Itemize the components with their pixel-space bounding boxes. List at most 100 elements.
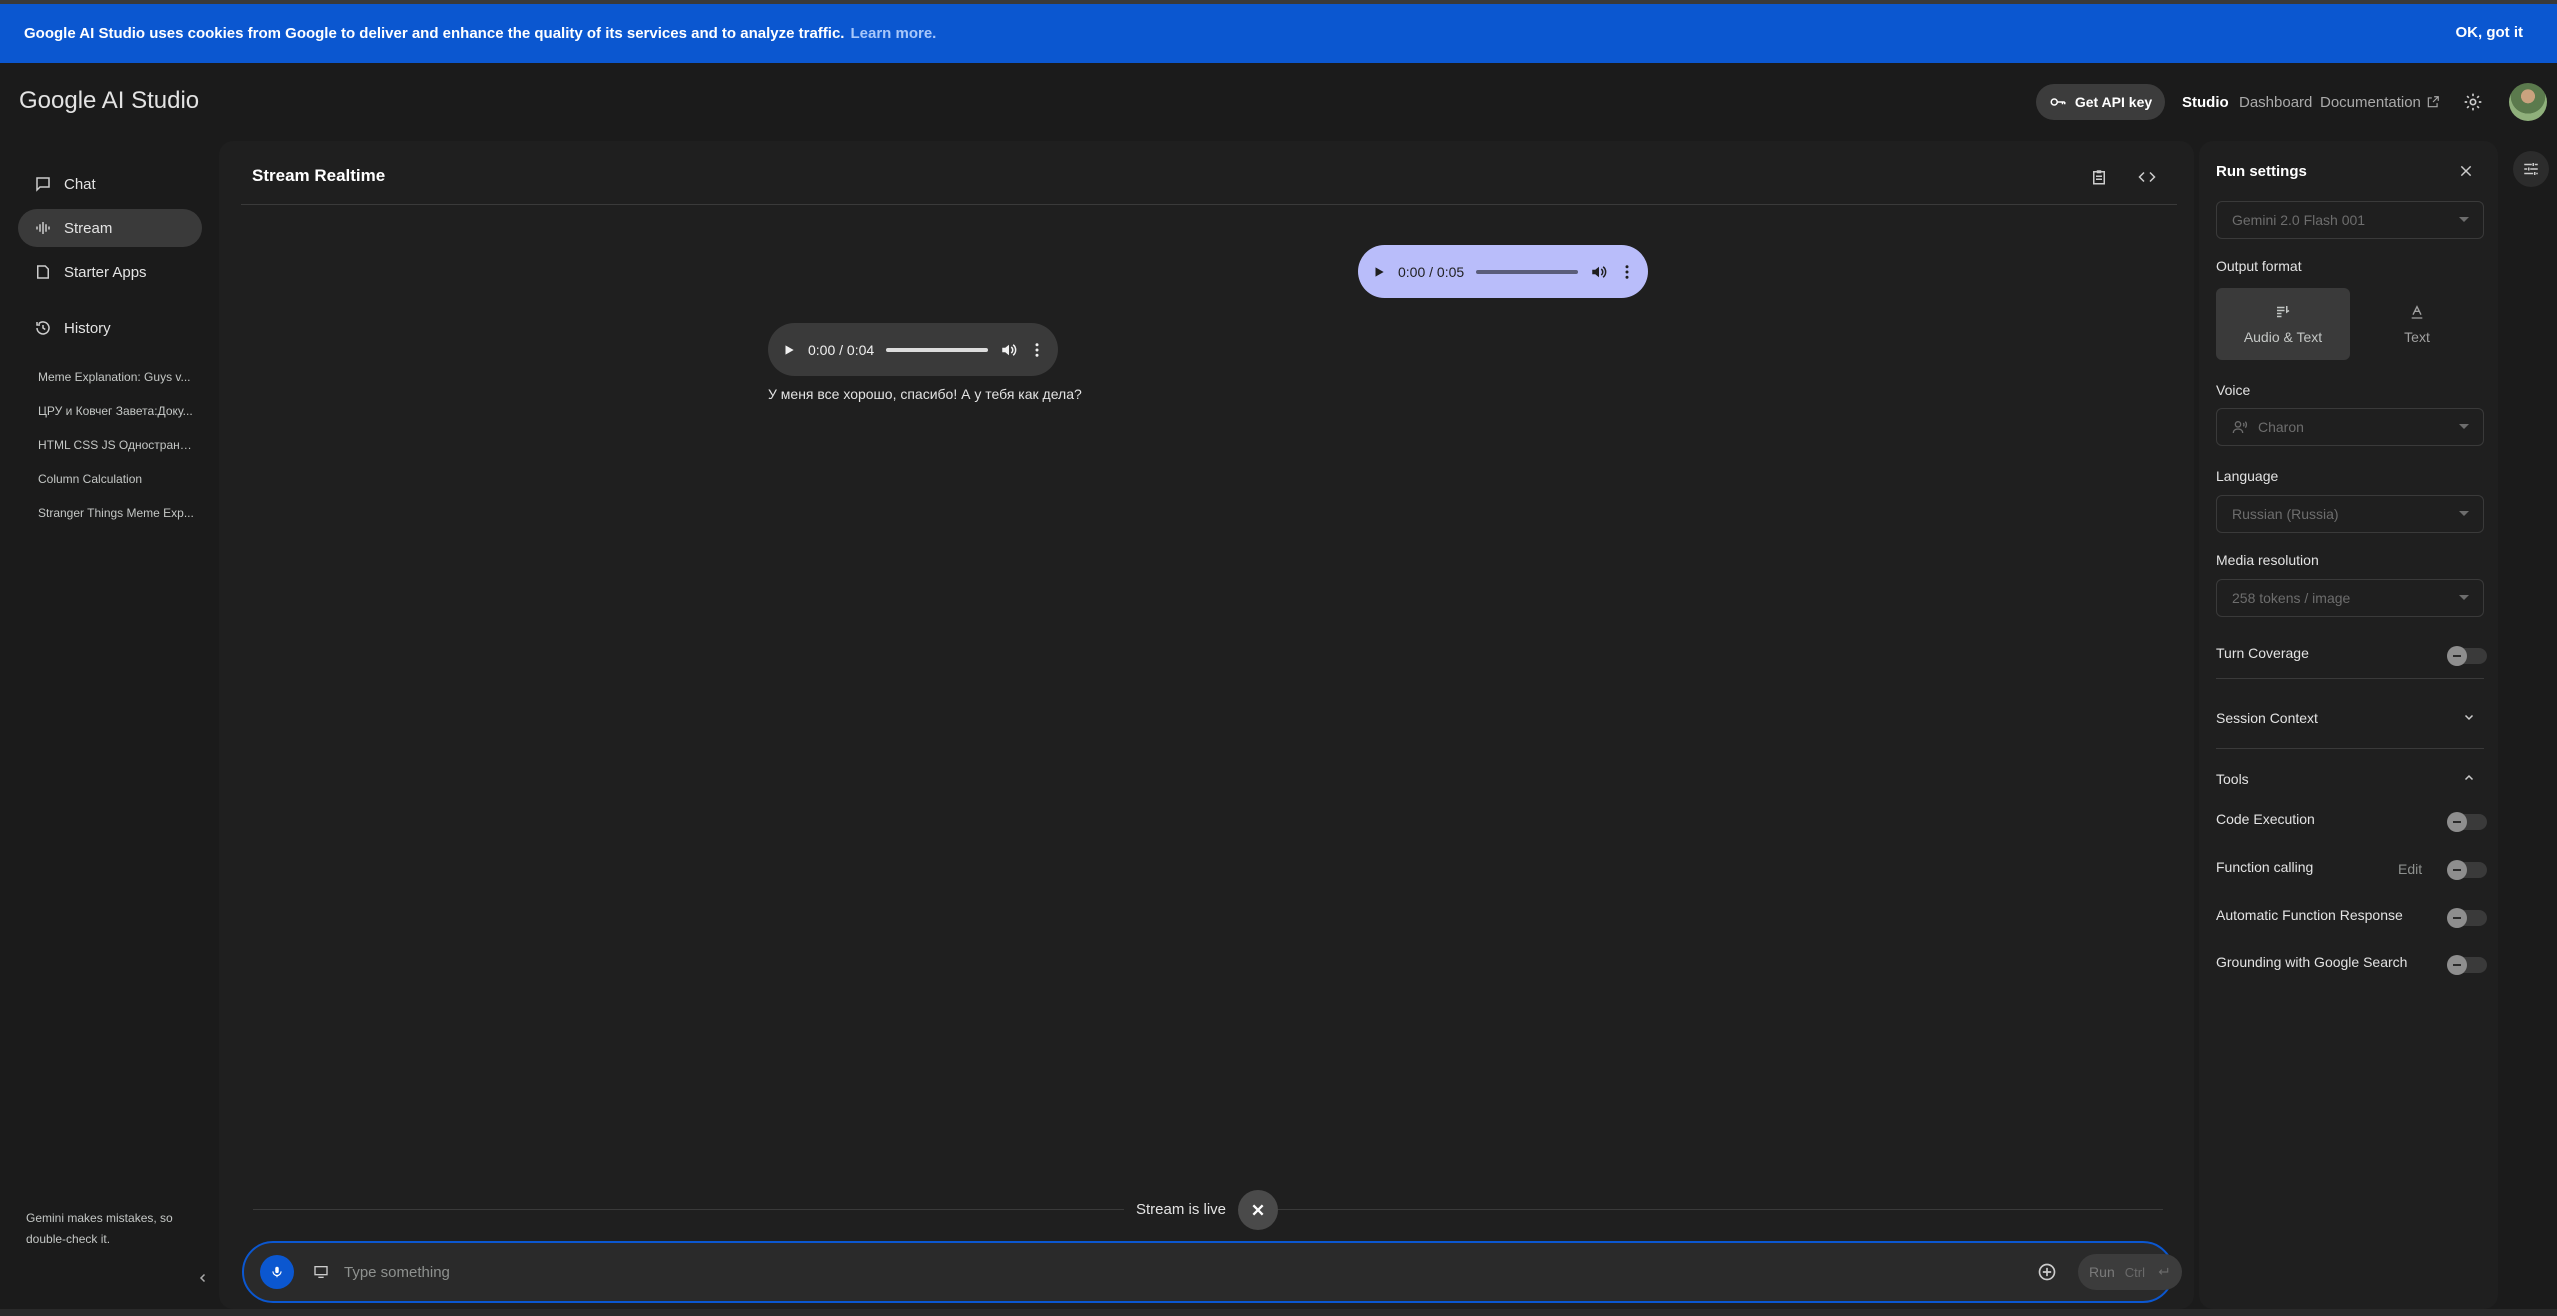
grounding-toggle[interactable]	[2447, 955, 2487, 975]
sidebar-item-label: Chat	[64, 175, 96, 193]
add-media-button[interactable]	[2034, 1259, 2060, 1285]
run-settings-panel: Run settings Gemini 2.0 Flash 001 Output…	[2199, 141, 2498, 1309]
nav-documentation[interactable]: Documentation	[2320, 94, 2421, 111]
user-audio-player[interactable]: 0:00 / 0:05	[1358, 245, 1648, 298]
close-icon	[2460, 165, 2472, 177]
learn-more-link[interactable]: Learn more.	[850, 25, 936, 42]
chevron-down-icon[interactable]	[2461, 709, 2477, 725]
language-select[interactable]: Russian (Russia)	[2216, 495, 2484, 533]
get-api-key-label: Get API key	[2074, 94, 2153, 110]
model-response-text: У меня все хорошо, спасибо! А у тебя как…	[768, 386, 1082, 402]
prompt-input[interactable]	[342, 1257, 1942, 1287]
history-item[interactable]: Column Calculation	[38, 472, 198, 486]
enter-key-icon	[2158, 1267, 2169, 1275]
chevron-down-icon	[2459, 217, 2469, 222]
cookie-ok-button[interactable]: OK, got it	[2456, 24, 2524, 41]
audio-text-icon	[2277, 306, 2290, 318]
function-calling-toggle[interactable]	[2447, 860, 2487, 880]
play-icon[interactable]	[782, 343, 796, 357]
chevron-down-icon	[2459, 424, 2469, 429]
waveform-icon	[36, 222, 50, 234]
title-divider	[241, 204, 2177, 205]
model-select-value: Gemini 2.0 Flash 001	[2232, 212, 2366, 228]
run-label: Run	[2089, 1264, 2115, 1280]
model-audio-player[interactable]: 0:00 / 0:04	[768, 323, 1058, 376]
run-shortcut: Ctrl	[2124, 1264, 2145, 1280]
auto-function-response-toggle[interactable]	[2447, 908, 2487, 928]
auto-function-response-label: Automatic Function Response	[2216, 907, 2403, 923]
sidebar-item-starter-apps[interactable]: Starter Apps	[18, 253, 202, 291]
format-label: Text	[2404, 329, 2430, 345]
stream-panel: Stream Realtime 0:00 / 0:05 0:00 / 0:04 …	[219, 141, 2194, 1309]
sidebar-item-history[interactable]: History	[18, 309, 202, 347]
audio-time: 0:00 / 0:04	[808, 341, 875, 358]
play-icon[interactable]	[1372, 265, 1386, 279]
history-item[interactable]: HTML CSS JS Одностранич...	[38, 438, 198, 452]
external-link-icon	[2420, 89, 2446, 115]
toggle-settings-button[interactable]	[2513, 151, 2549, 187]
disclaimer-text: Gemini makes mistakes, so double-check i…	[26, 1211, 173, 1246]
apps-icon	[37, 265, 49, 279]
language-label: Language	[2216, 468, 2279, 484]
prompt-bar: Run Ctrl	[242, 1241, 2182, 1303]
tune-icon	[2524, 163, 2538, 175]
language-select-value: Russian (Russia)	[2232, 506, 2339, 522]
window-bottom-strip	[0, 1309, 2557, 1316]
grounding-label: Grounding with Google Search	[2216, 954, 2408, 970]
nav-dashboard[interactable]: Dashboard	[2239, 94, 2312, 111]
code-execution-label: Code Execution	[2216, 811, 2315, 827]
code-icon[interactable]	[2133, 163, 2161, 191]
screen-share-button[interactable]	[308, 1259, 334, 1285]
sidebar-item-label: Stream	[64, 219, 113, 237]
mic-icon	[272, 1266, 282, 1278]
more-vert-icon[interactable]	[1030, 341, 1044, 359]
more-vert-icon[interactable]	[1620, 263, 1634, 281]
voice-select[interactable]: Charon	[2216, 408, 2484, 446]
close-settings-button[interactable]	[2454, 159, 2478, 183]
audio-seek-bar[interactable]	[886, 347, 988, 352]
format-audio-text-button[interactable]: Audio & Text	[2216, 288, 2350, 360]
volume-icon[interactable]	[1000, 341, 1018, 359]
format-text-button[interactable]: Text	[2350, 288, 2484, 360]
collapse-sidebar-button[interactable]	[190, 1265, 216, 1291]
volume-icon[interactable]	[1590, 263, 1608, 281]
get-api-key-button[interactable]: Get API key	[2036, 84, 2165, 120]
run-settings-title: Run settings	[2216, 163, 2307, 180]
session-context-label[interactable]: Session Context	[2216, 710, 2318, 726]
turn-coverage-toggle[interactable]	[2447, 646, 2487, 666]
history-item[interactable]: ЦРУ и Ковчег Завета:Доку...	[38, 404, 198, 418]
stop-stream-button[interactable]	[1238, 1190, 1278, 1230]
text-format-icon	[2411, 305, 2423, 319]
gear-icon[interactable]	[2460, 89, 2486, 115]
chat-icon	[36, 177, 50, 192]
sidebar-item-stream[interactable]: Stream	[18, 209, 202, 247]
voice-select-value: Charon	[2258, 419, 2304, 435]
chevron-down-icon	[2459, 595, 2469, 600]
close-icon	[1252, 1204, 1264, 1216]
key-icon	[2050, 98, 2066, 106]
tools-label[interactable]: Tools	[2216, 771, 2249, 787]
app-logo[interactable]: Google AI Studio	[19, 87, 199, 115]
voice-icon	[2232, 421, 2248, 434]
code-execution-toggle[interactable]	[2447, 812, 2487, 832]
mic-button[interactable]	[260, 1255, 294, 1289]
run-button[interactable]: Run Ctrl	[2078, 1254, 2182, 1290]
sidebar-item-label: History	[64, 319, 111, 337]
model-select[interactable]: Gemini 2.0 Flash 001	[2216, 201, 2484, 239]
history-item[interactable]: Stranger Things Meme Exp...	[38, 506, 198, 520]
function-calling-edit-link[interactable]: Edit	[2398, 861, 2422, 877]
user-avatar[interactable]	[2509, 83, 2547, 121]
nav-studio[interactable]: Studio	[2182, 94, 2229, 111]
clipboard-icon[interactable]	[2085, 163, 2113, 191]
sidebar-item-chat[interactable]: Chat	[18, 165, 202, 203]
history-item[interactable]: Meme Explanation: Guys v...	[38, 370, 198, 384]
screen-share-icon	[314, 1266, 328, 1278]
media-resolution-value: 258 tokens / image	[2232, 590, 2351, 606]
history-icon	[36, 321, 50, 335]
audio-seek-bar[interactable]	[1476, 269, 1578, 274]
stream-live-status: Stream is live	[1124, 1196, 1239, 1224]
output-format-label: Output format	[2216, 258, 2302, 274]
media-resolution-select[interactable]: 258 tokens / image	[2216, 579, 2484, 617]
chevron-up-icon[interactable]	[2461, 770, 2477, 786]
add-circle-icon	[2038, 1263, 2056, 1281]
